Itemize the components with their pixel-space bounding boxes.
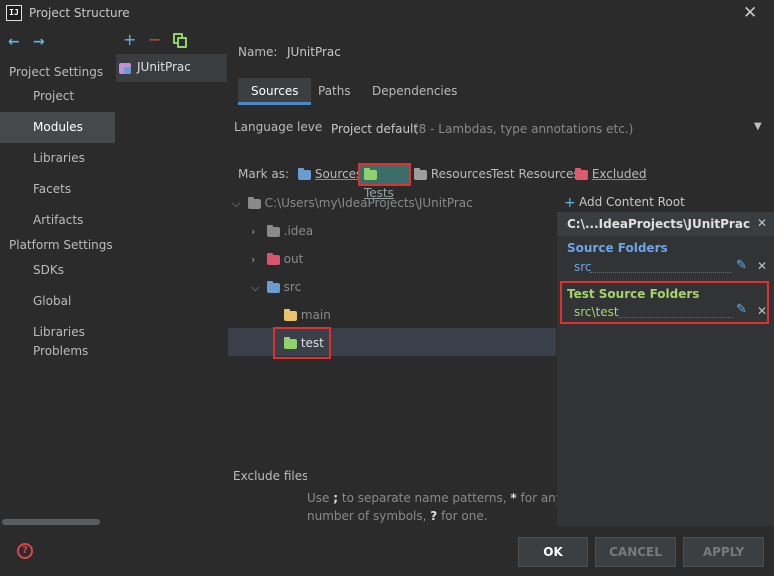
tree-idea-label: .idea: [283, 224, 314, 238]
tree-main-label: main: [300, 308, 331, 322]
test-source-folder-item: src\test: [574, 305, 619, 319]
close-window-icon[interactable]: ✕: [743, 3, 757, 23]
copy-icon[interactable]: [173, 33, 187, 48]
exclude-hint-line-2: number of symbols, ? for one.: [307, 509, 488, 523]
sources-folder-icon: [298, 167, 311, 180]
module-name-field[interactable]: JUnitPrac: [287, 45, 341, 59]
module-row-junitprac[interactable]: JUnitPrac: [116, 54, 227, 82]
tab-paths[interactable]: Paths: [305, 78, 364, 105]
sidebar-item-facets[interactable]: Facets: [0, 174, 115, 205]
source-folder-icon: [266, 280, 280, 293]
platform-settings-header: Platform Settings: [9, 238, 113, 252]
language-level-hint: (8 - Lambdas, type annotations etc.): [414, 122, 634, 136]
tree-test-label: test: [300, 336, 324, 350]
folder-icon: [266, 224, 280, 237]
resources-folder-icon: [414, 167, 427, 180]
module-name: JUnitPrac: [137, 60, 191, 74]
mark-excluded-button[interactable]: Excluded: [575, 165, 646, 183]
sidebar-item-project[interactable]: Project: [0, 81, 115, 112]
mark-excluded-label: Excluded: [591, 167, 647, 181]
intellij-logo-icon: IJ: [6, 5, 22, 21]
tree-row-main[interactable]: main: [284, 301, 331, 329]
sidebar-item-sdks[interactable]: SDKs: [0, 255, 115, 286]
exclude-files-input[interactable]: [307, 462, 556, 488]
tab-sources[interactable]: Sources: [238, 78, 312, 105]
tab-dependencies[interactable]: Dependencies: [359, 78, 470, 105]
mark-test-resources-button[interactable]: Test Resources: [491, 165, 580, 183]
sidebar-item-problems[interactable]: Problems: [0, 336, 115, 367]
edit-source-folder-icon[interactable]: ✎: [736, 258, 747, 273]
remove-module-icon[interactable]: −: [148, 32, 161, 48]
name-label: Name:: [238, 45, 278, 59]
content-root-path: C:\...IdeaProjects\JUnitPrac: [567, 217, 751, 231]
mark-resources-label: Resources: [430, 167, 493, 181]
chevron-down-icon[interactable]: ⌵: [251, 274, 263, 302]
back-arrow-icon[interactable]: ←: [8, 34, 20, 50]
tree-src-label: src: [283, 280, 302, 294]
project-settings-header: Project Settings: [9, 65, 104, 79]
tree-root-label: C:\Users\my\IdeaProjects\JUnitPrac: [264, 196, 473, 210]
sidebar-item-modules[interactable]: Modules: [0, 112, 115, 143]
test-folder-divider: [618, 317, 733, 318]
mark-test-resources-label: Test Resources: [491, 167, 580, 181]
content-root-header: C:\...IdeaProjects\JUnitPrac ✕: [557, 212, 774, 236]
add-content-root-link[interactable]: Add Content Root: [579, 195, 685, 209]
sidebar-item-artifacts[interactable]: Artifacts: [0, 205, 115, 236]
mark-sources-label: Sources: [314, 167, 363, 181]
folder-icon: [247, 196, 261, 209]
chevron-down-icon[interactable]: ⌵: [232, 190, 244, 218]
mark-as-label: Mark as:: [238, 167, 290, 181]
test-source-folders-box: Test Source Folders src\test ✎ ✕: [560, 281, 769, 324]
module-list-pane: [116, 28, 228, 576]
chevron-right-icon[interactable]: ›: [251, 218, 263, 246]
source-folder-item: src: [574, 260, 592, 274]
forward-arrow-icon[interactable]: →: [33, 34, 45, 50]
tree-row-src[interactable]: ⌵ src: [251, 273, 301, 301]
cancel-button[interactable]: CANCEL: [595, 537, 676, 567]
exclude-files-label: Exclude files:: [233, 469, 313, 483]
excluded-folder-icon: [266, 252, 280, 265]
chevron-down-icon: ▼: [754, 121, 762, 132]
remove-test-folder-icon[interactable]: ✕: [757, 304, 767, 318]
folder-icon: [284, 308, 297, 321]
sidebar-item-libraries[interactable]: Libraries: [0, 143, 115, 174]
mark-resources-button[interactable]: Resources: [414, 165, 492, 183]
add-content-root-icon[interactable]: +: [564, 195, 576, 211]
window-title: Project Structure: [29, 6, 130, 20]
tree-row-test[interactable]: test: [273, 327, 331, 359]
language-level-dropdown[interactable]: Project default (8 - Lambdas, type annot…: [323, 114, 768, 144]
module-icon-badge: [124, 67, 131, 74]
language-level-value: Project default: [331, 122, 419, 136]
tree-row-out[interactable]: › out: [251, 245, 303, 273]
add-module-icon[interactable]: +: [123, 32, 136, 48]
exclude-hint-line-1: Use ; to separate name patterns, * for a…: [307, 491, 563, 505]
source-folder-divider: [590, 272, 732, 273]
ok-button[interactable]: OK: [518, 537, 588, 567]
mark-tests-button[interactable]: Tests: [358, 163, 411, 200]
language-level-label: Language level:: [234, 120, 330, 134]
remove-source-folder-icon[interactable]: ✕: [757, 259, 767, 273]
help-icon[interactable]: ?: [17, 543, 33, 559]
chevron-right-icon[interactable]: ›: [251, 246, 263, 274]
apply-button[interactable]: APPLY: [683, 537, 764, 567]
remove-content-root-icon[interactable]: ✕: [757, 216, 767, 230]
tests-folder-icon: [364, 167, 377, 180]
sidebar-scrollbar[interactable]: [2, 519, 100, 525]
source-folders-title: Source Folders: [567, 241, 668, 255]
test-source-folders-title: Test Source Folders: [567, 287, 700, 301]
tree-row-idea[interactable]: › .idea: [251, 217, 313, 245]
tree-out-label: out: [283, 252, 304, 266]
tree-row-root[interactable]: ⌵ C:\Users\my\IdeaProjects\JUnitPrac: [232, 189, 473, 217]
mark-sources-button[interactable]: Sources: [298, 165, 362, 183]
edit-test-folder-icon[interactable]: ✎: [736, 302, 747, 317]
excluded-folder-icon: [575, 167, 588, 180]
sidebar-item-global-libraries[interactable]: Global Libraries: [0, 286, 115, 339]
test-folder-icon: [284, 336, 297, 349]
